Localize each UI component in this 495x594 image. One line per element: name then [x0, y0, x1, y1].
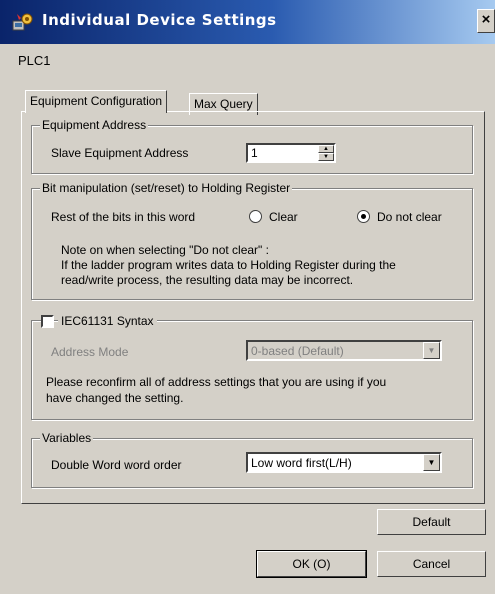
iec-syntax-label[interactable]: IEC61131 Syntax	[58, 314, 157, 328]
dialog-window: Individual Device Settings × PLC1 Equipm…	[0, 0, 495, 594]
chevron-down-icon: ▼	[423, 342, 440, 359]
radio-clear-label[interactable]: Clear	[269, 210, 298, 224]
dword-order-label: Double Word word order	[51, 458, 182, 472]
device-name: PLC1	[18, 53, 51, 68]
iec-syntax-group	[31, 320, 473, 420]
slave-address-value: 1	[251, 146, 258, 160]
device-settings-icon	[12, 13, 33, 31]
radio-do-not-clear[interactable]	[357, 210, 370, 223]
cancel-button[interactable]: Cancel	[377, 551, 486, 577]
tab-equipment-configuration[interactable]: Equipment Configuration	[25, 90, 168, 113]
close-button[interactable]: ×	[477, 9, 495, 33]
title-bar: Individual Device Settings ×	[0, 0, 495, 44]
radio-clear[interactable]	[249, 210, 262, 223]
note-line-1: Note on when selecting "Do not clear" :	[61, 243, 269, 257]
reconfirm-line-1: Please reconfirm all of address settings…	[46, 375, 387, 389]
dword-order-select[interactable]: Low word first(L/H) ▼	[246, 452, 442, 473]
dword-order-value: Low word first(L/H)	[251, 456, 352, 470]
iec-syntax-checkbox[interactable]	[41, 315, 54, 328]
note-line-2: If the ladder program writes data to Hol…	[61, 258, 396, 272]
rest-bits-label: Rest of the bits in this word	[51, 210, 196, 224]
spin-up-icon[interactable]: ▲	[318, 145, 334, 153]
slave-address-label: Slave Equipment Address	[51, 146, 189, 160]
address-mode-label: Address Mode	[51, 345, 129, 359]
group-title: Variables	[40, 431, 94, 445]
chevron-down-icon[interactable]: ▼	[423, 454, 440, 471]
reconfirm-line-2: have changed the setting.	[46, 391, 184, 405]
default-button[interactable]: Default	[377, 509, 486, 535]
address-mode-value: 0-based (Default)	[251, 344, 344, 358]
spin-buttons[interactable]: ▲ ▼	[318, 145, 334, 161]
note-line-3: read/write process, the resulting data m…	[61, 273, 354, 287]
group-title: Bit manipulation (set/reset) to Holding …	[40, 181, 293, 195]
spin-down-icon[interactable]: ▼	[318, 153, 334, 161]
slave-address-stepper[interactable]: 1 ▲ ▼	[246, 143, 336, 163]
radio-do-not-clear-label[interactable]: Do not clear	[377, 210, 442, 224]
group-title: Equipment Address	[40, 118, 149, 132]
window-title: Individual Device Settings	[42, 11, 277, 29]
ok-button[interactable]: OK (O)	[256, 550, 367, 578]
address-mode-select: 0-based (Default) ▼	[246, 340, 442, 361]
